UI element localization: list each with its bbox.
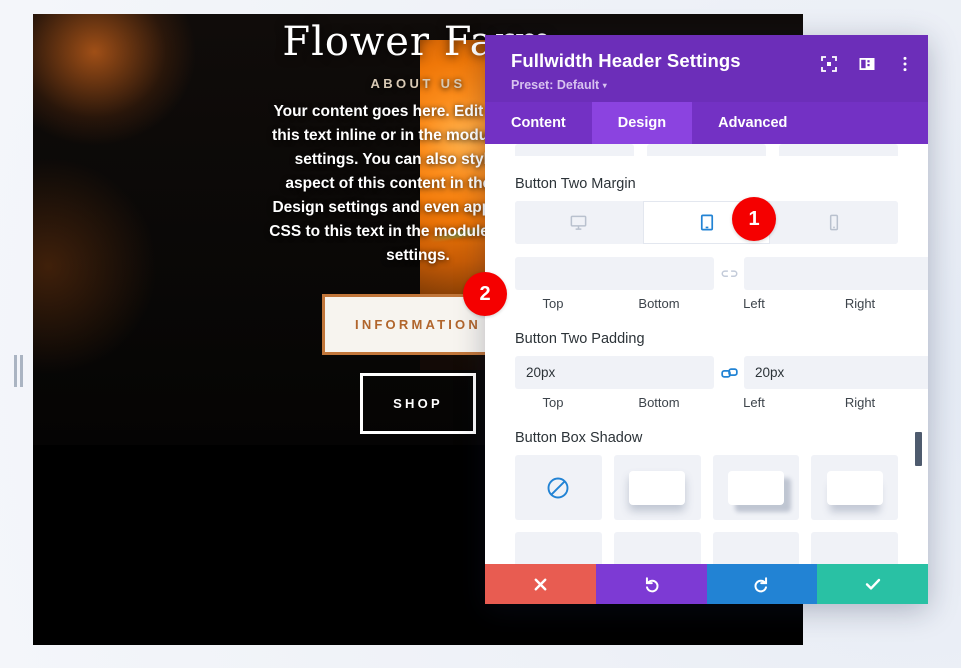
layout-panel-icon[interactable] bbox=[858, 55, 876, 73]
margin-bottom-input[interactable] bbox=[744, 257, 928, 290]
panel-body: Button Two Margin Top Bottom Left Right … bbox=[485, 144, 928, 564]
tab-content[interactable]: Content bbox=[485, 102, 592, 144]
button-two-margin-group: Button Two Margin Top Bottom Left Right bbox=[515, 176, 928, 311]
check-icon bbox=[863, 574, 883, 594]
tablet-icon bbox=[699, 213, 715, 232]
box-shadow-preset-clipped[interactable] bbox=[613, 532, 701, 564]
undo-button[interactable] bbox=[595, 564, 707, 604]
margin-top-bottom-pair bbox=[515, 257, 928, 290]
shadow-swatch bbox=[727, 470, 784, 505]
button-box-shadow-group: Button Box Shadow bbox=[515, 430, 898, 564]
margin-right-label: Right bbox=[844, 296, 876, 311]
button-two-padding-group: Button Two Padding 20px 20px Top Bottom … bbox=[515, 331, 928, 410]
link-broken-icon-top-bottom[interactable] bbox=[714, 267, 744, 280]
clipped-field[interactable] bbox=[779, 144, 898, 156]
chevron-down-icon: ▾ bbox=[602, 81, 607, 90]
padding-fields-row bbox=[515, 356, 928, 389]
padding-top-label: Top bbox=[542, 395, 564, 410]
box-shadow-preset-spread[interactable] bbox=[811, 455, 898, 520]
box-shadow-preset-clipped[interactable] bbox=[712, 532, 800, 564]
margin-top-input[interactable] bbox=[515, 257, 714, 290]
redo-icon bbox=[752, 575, 771, 594]
panel-header-icons bbox=[820, 55, 914, 73]
redo-button[interactable] bbox=[706, 564, 818, 604]
panel-scrollbar[interactable] bbox=[915, 144, 922, 564]
clipped-field[interactable] bbox=[515, 144, 634, 156]
left-resize-handle[interactable] bbox=[14, 355, 24, 387]
margin-left-label: Left bbox=[743, 296, 765, 311]
close-icon bbox=[532, 576, 549, 593]
padding-bottom-input[interactable] bbox=[744, 356, 928, 389]
desktop-icon bbox=[569, 213, 588, 232]
panel-header: Fullwidth Header Settings Preset: Defaul… bbox=[485, 35, 928, 102]
margin-field-labels: Top Bottom Left Right bbox=[515, 296, 898, 311]
link-connected-icon-top-bottom[interactable] bbox=[714, 366, 744, 380]
shadow-swatch bbox=[826, 470, 883, 505]
box-shadow-preset-row-1 bbox=[515, 455, 898, 520]
shop-button[interactable]: SHOP bbox=[360, 373, 476, 434]
padding-top-input[interactable] bbox=[515, 356, 714, 389]
padding-field-labels: Top Bottom Left Right bbox=[515, 395, 898, 410]
panel-preset-label: Preset: Default bbox=[511, 78, 600, 92]
padding-left-label: Left bbox=[743, 395, 765, 410]
button-two-padding-label: Button Two Padding bbox=[515, 331, 645, 347]
button-two-margin-label: Button Two Margin bbox=[515, 176, 636, 192]
box-shadow-preset-offset[interactable] bbox=[712, 455, 800, 520]
cancel-button[interactable] bbox=[485, 564, 596, 604]
button-box-shadow-label: Button Box Shadow bbox=[515, 430, 643, 446]
panel-tab-bar: Content Design Advanced bbox=[485, 102, 928, 144]
box-shadow-preset-bottom[interactable] bbox=[613, 455, 701, 520]
tab-design[interactable]: Design bbox=[591, 102, 693, 144]
box-shadow-preset-clipped[interactable] bbox=[811, 532, 898, 564]
phone-icon bbox=[828, 213, 840, 232]
tab-advanced[interactable]: Advanced bbox=[692, 102, 813, 144]
margin-fields-row bbox=[515, 257, 928, 290]
step-badge-2: 2 bbox=[463, 272, 507, 316]
previous-setting-row-clipped bbox=[515, 144, 898, 156]
clipped-field[interactable] bbox=[647, 144, 766, 156]
step-badge-1: 1 bbox=[732, 197, 776, 241]
padding-top-bottom-pair bbox=[515, 356, 928, 389]
margin-top-label: Top bbox=[542, 296, 564, 311]
padding-right-label: Right bbox=[844, 395, 876, 410]
box-shadow-preset-none[interactable] bbox=[515, 455, 602, 520]
panel-action-bar bbox=[485, 564, 928, 604]
focus-target-icon[interactable] bbox=[820, 55, 838, 73]
more-vertical-icon[interactable] bbox=[896, 55, 914, 73]
shadow-swatch bbox=[629, 470, 686, 505]
panel-preset-selector[interactable]: Preset: Default ▾ bbox=[511, 78, 910, 92]
margin-device-toggle bbox=[515, 201, 898, 244]
device-toggle-desktop[interactable] bbox=[515, 201, 643, 244]
no-shadow-icon bbox=[545, 475, 571, 501]
box-shadow-preset-row-2-clipped bbox=[515, 532, 898, 564]
device-toggle-phone[interactable] bbox=[770, 201, 898, 244]
fullwidth-header-settings-panel: Fullwidth Header Settings Preset: Defaul… bbox=[485, 35, 928, 604]
margin-bottom-label: Bottom bbox=[638, 296, 680, 311]
undo-icon bbox=[642, 575, 661, 594]
padding-bottom-label: Bottom bbox=[638, 395, 680, 410]
box-shadow-preset-clipped[interactable] bbox=[515, 532, 602, 564]
save-button[interactable] bbox=[817, 564, 928, 604]
panel-scrollbar-thumb[interactable] bbox=[915, 432, 922, 466]
